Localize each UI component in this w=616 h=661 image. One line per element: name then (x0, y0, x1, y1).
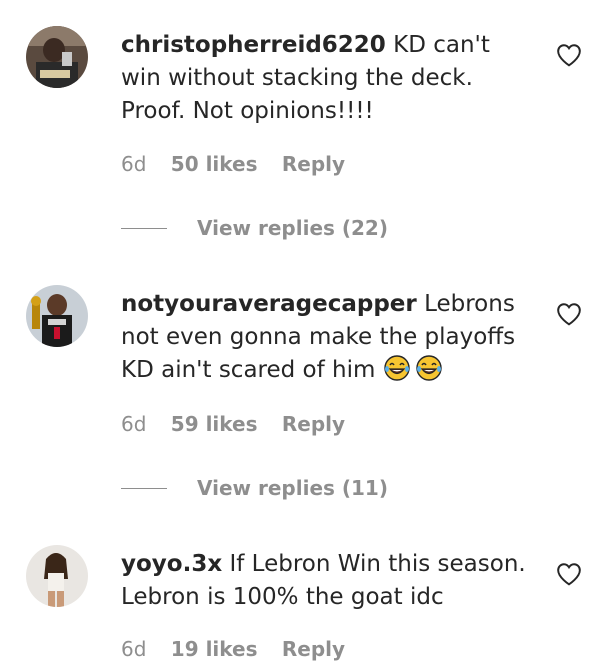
user-photo-icon (26, 26, 88, 88)
comment-item: christopherreid6220 KD can't win without… (0, 0, 616, 260)
comment-time: 6d (121, 152, 147, 176)
comment-time: 6d (121, 412, 147, 436)
comment-text: notyouraveragecapper Lebrons not even go… (121, 288, 531, 387)
laughing-tears-emoji-icon (416, 355, 442, 381)
comment-likes[interactable]: 50 likes (171, 152, 258, 176)
comment-username[interactable]: christopherreid6220 (121, 32, 386, 58)
comment-likes[interactable]: 19 likes (171, 637, 258, 661)
comment-time: 6d (121, 637, 147, 661)
view-replies-button[interactable]: View replies (22) (121, 213, 388, 243)
comment-meta: 6d 19 likes Reply (121, 637, 363, 661)
avatar[interactable] (26, 285, 88, 347)
divider-line (121, 487, 167, 489)
heart-icon[interactable] (556, 562, 582, 586)
comment-likes[interactable]: 59 likes (171, 412, 258, 436)
comment-username[interactable]: notyouraveragecapper (121, 291, 417, 317)
view-replies-label: View replies (22) (197, 216, 388, 240)
comment-username[interactable]: yoyo.3x (121, 551, 222, 577)
comment-meta: 6d 50 likes Reply (121, 152, 363, 176)
heart-icon[interactable] (556, 302, 582, 326)
user-photo-icon (26, 545, 88, 607)
view-replies-label: View replies (11) (197, 476, 388, 500)
avatar[interactable] (26, 545, 88, 607)
comment-meta: 6d 59 likes Reply (121, 412, 363, 436)
heart-icon[interactable] (556, 43, 582, 67)
laughing-tears-emoji-icon (384, 355, 410, 381)
basketball-player-photo-icon (26, 285, 88, 347)
view-replies-button[interactable]: View replies (11) (121, 473, 388, 503)
avatar[interactable] (26, 26, 88, 88)
divider-line (121, 227, 167, 229)
comment-text: yoyo.3x If Lebron Win this season. Lebro… (121, 548, 531, 614)
reply-button[interactable]: Reply (282, 637, 345, 661)
comment-text: christopherreid6220 KD can't win without… (121, 29, 531, 128)
reply-button[interactable]: Reply (282, 412, 345, 436)
reply-button[interactable]: Reply (282, 152, 345, 176)
